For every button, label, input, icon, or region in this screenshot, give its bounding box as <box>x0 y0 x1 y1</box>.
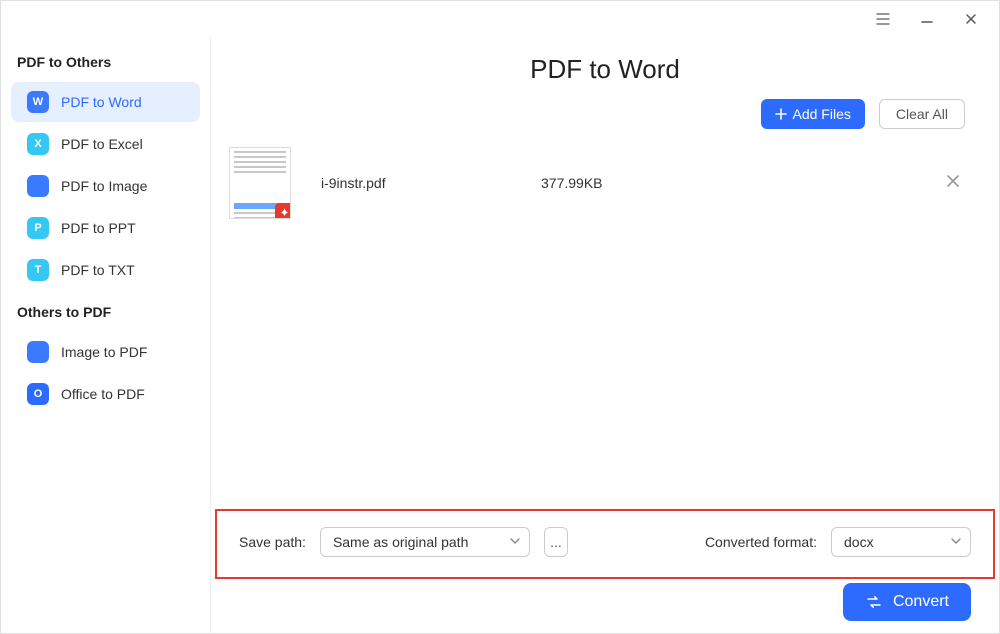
save-path-label: Save path: <box>239 534 306 550</box>
chevron-down-icon <box>950 528 962 556</box>
sidebar-item-pdf-to-image[interactable]: PDF to Image <box>11 166 200 206</box>
remove-file-button[interactable] <box>941 169 965 198</box>
minimize-icon[interactable] <box>919 11 935 27</box>
file-row: i-9instr.pdf 377.99KB <box>211 137 999 229</box>
settings-panel: Save path: Same as original path ... Con… <box>215 509 995 579</box>
convert-icon <box>865 593 883 611</box>
excel-icon: X <box>27 133 49 155</box>
sidebar-item-pdf-to-excel[interactable]: X PDF to Excel <box>11 124 200 164</box>
sidebar-item-label: Image to PDF <box>61 344 147 360</box>
sidebar-item-image-to-pdf[interactable]: Image to PDF <box>11 332 200 372</box>
page-title: PDF to Word <box>211 54 999 85</box>
word-icon: W <box>27 91 49 113</box>
title-bar <box>1 1 999 36</box>
sidebar-item-pdf-to-ppt[interactable]: P PDF to PPT <box>11 208 200 248</box>
menu-icon[interactable] <box>875 11 891 27</box>
sidebar-item-label: PDF to TXT <box>61 262 135 278</box>
main-panel: PDF to Word Add Files Clear All i-9instr… <box>211 36 999 633</box>
ppt-icon: P <box>27 217 49 239</box>
browse-path-button[interactable]: ... <box>544 527 568 557</box>
file-size: 377.99KB <box>541 175 941 191</box>
file-name: i-9instr.pdf <box>321 175 541 191</box>
sidebar: PDF to Others W PDF to Word X PDF to Exc… <box>1 36 211 633</box>
sidebar-group-pdf-to-others: PDF to Others <box>1 42 210 80</box>
sidebar-item-pdf-to-txt[interactable]: T PDF to TXT <box>11 250 200 290</box>
sidebar-item-label: PDF to Excel <box>61 136 143 152</box>
converted-format-select[interactable]: docx <box>831 527 971 557</box>
chevron-down-icon <box>509 528 521 556</box>
convert-button[interactable]: Convert <box>843 583 971 621</box>
pdf-badge-icon <box>275 203 291 219</box>
office-icon: O <box>27 383 49 405</box>
sidebar-group-others-to-pdf: Others to PDF <box>1 292 210 330</box>
sidebar-item-label: PDF to PPT <box>61 220 136 236</box>
image-icon <box>27 175 49 197</box>
converted-format-label: Converted format: <box>705 534 817 550</box>
actions-row: Add Files Clear All <box>211 85 999 137</box>
txt-icon: T <box>27 259 49 281</box>
sidebar-item-label: PDF to Image <box>61 178 147 194</box>
save-path-select[interactable]: Same as original path <box>320 527 530 557</box>
sidebar-item-label: PDF to Word <box>61 94 142 110</box>
file-thumbnail[interactable] <box>229 147 291 219</box>
clear-all-button[interactable]: Clear All <box>879 99 965 129</box>
sidebar-item-label: Office to PDF <box>61 386 145 402</box>
close-icon <box>945 173 961 189</box>
close-icon[interactable] <box>963 11 979 27</box>
sidebar-item-office-to-pdf[interactable]: O Office to PDF <box>11 374 200 414</box>
plus-icon <box>775 108 787 120</box>
sidebar-item-pdf-to-word[interactable]: W PDF to Word <box>11 82 200 122</box>
image-icon <box>27 341 49 363</box>
add-files-button[interactable]: Add Files <box>761 99 865 129</box>
